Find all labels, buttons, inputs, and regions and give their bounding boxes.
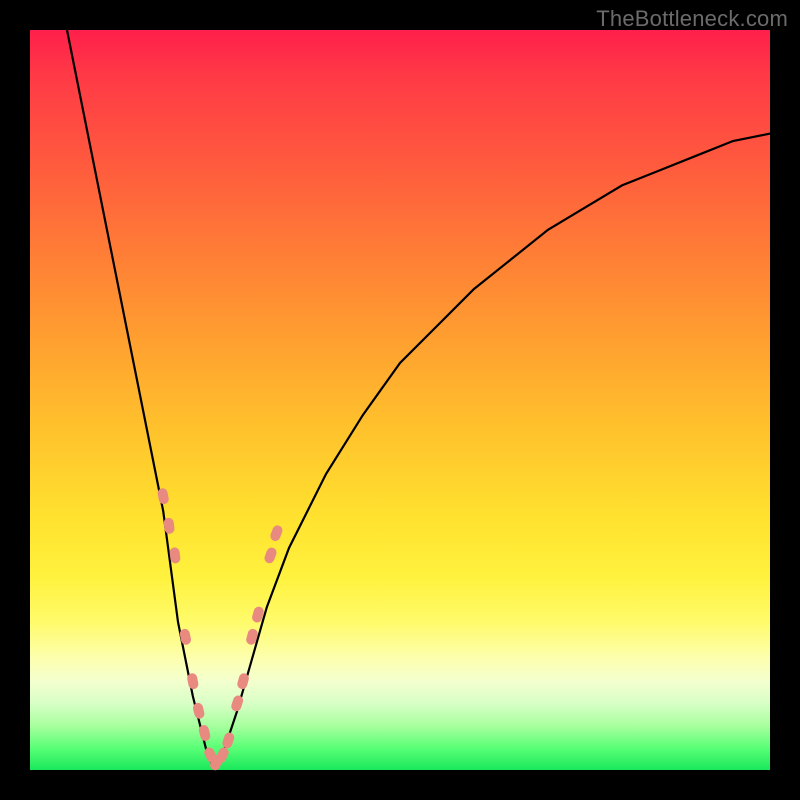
chart-frame: TheBottleneck.com — [0, 0, 800, 800]
sample-marker — [179, 628, 192, 646]
bottleneck-curve — [67, 30, 770, 770]
sample-marker — [263, 546, 278, 564]
sample-markers — [157, 487, 284, 772]
watermark-text: TheBottleneck.com — [596, 6, 788, 32]
curve-layer — [30, 30, 770, 770]
sample-marker — [269, 524, 284, 542]
plot-area — [30, 30, 770, 770]
sample-marker — [221, 731, 236, 749]
